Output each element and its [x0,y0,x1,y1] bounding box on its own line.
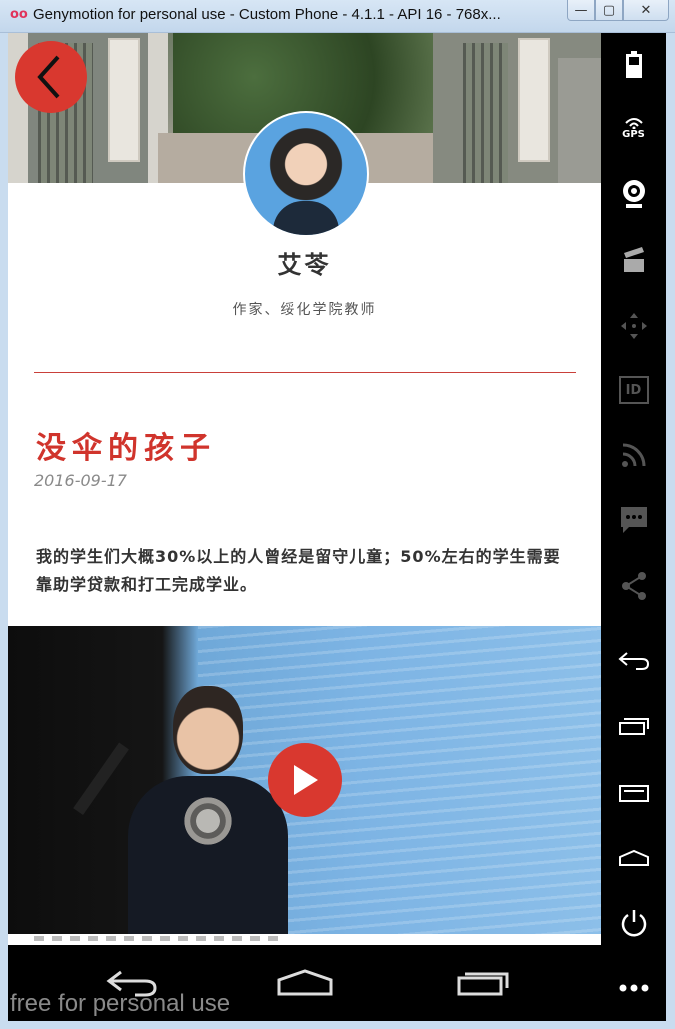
id-label: ID [625,382,642,398]
nav-recent-button[interactable] [448,963,518,1003]
battery-button[interactable] [601,40,666,90]
author-subtitle: 作家、绥化学院教师 [232,302,377,318]
device-id-button[interactable]: ID [601,365,666,415]
share-icon [620,571,648,601]
article-excerpt: 我的学生们大概30%以上的人曾经是留守儿童；50%左右的学生需要靠助学贷款和打工… [36,547,561,594]
genymotion-app-icon: oo [10,7,28,22]
gps-icon: GPS [622,117,645,140]
gps-button[interactable]: GPS [601,103,666,153]
network-button[interactable] [601,430,666,480]
play-button[interactable] [268,743,342,817]
window-title: Genymotion for personal use - Custom Pho… [33,6,501,23]
panel-home-button[interactable] [601,833,666,883]
watermark-text: free for personal use [10,990,231,1017]
nav-home-button[interactable] [270,963,340,1003]
dpad-icon [619,311,649,341]
next-item-preview [8,934,601,945]
webcam-icon [621,179,647,209]
power-icon [619,908,649,938]
sms-icon [619,505,649,535]
remote-control-button[interactable] [601,301,666,351]
panel-menu-button[interactable] [601,768,666,818]
divider [34,372,576,373]
minimize-button[interactable]: — [567,0,595,21]
menu-icon [618,783,650,803]
recent-apps-icon [455,968,511,998]
chevron-left-icon [31,53,71,101]
window-titlebar: oo Genymotion for personal use - Custom … [0,0,675,33]
home-icon [618,849,650,867]
rss-icon [621,442,647,468]
article-date: 2016-09-17 [34,471,127,490]
author-name: 艾苓 [277,251,332,279]
emulator-frame: 艾苓 作家、绥化学院教师 没伞的孩子 2016-09-17 我的学生们大概30%… [8,33,666,1021]
id-icon: ID [618,376,649,404]
screencast-button[interactable] [601,235,666,285]
back-button[interactable] [15,41,87,113]
clapper-icon [622,247,646,273]
webcam-button[interactable] [601,169,666,219]
home-icon [275,968,335,998]
speaker-image [73,686,288,934]
battery-icon [625,51,643,79]
window-controls: — ▢ ✕ [567,0,669,22]
avatar [243,111,369,237]
panel-back-button[interactable] [601,636,666,686]
article-title[interactable]: 没伞的孩子 [36,423,216,467]
more-icon [619,984,649,992]
panel-recent-button[interactable] [601,701,666,751]
play-icon [290,763,320,797]
recent-apps-icon [618,716,650,736]
sms-button[interactable] [601,495,666,545]
gate-right-image [433,33,601,183]
share-button[interactable] [601,561,666,611]
maximize-button[interactable]: ▢ [595,0,623,21]
emulator-side-panel: GPS ID [601,33,666,1021]
back-icon [617,651,650,671]
more-button[interactable] [601,963,666,1013]
phone-screen: 艾苓 作家、绥化学院教师 没伞的孩子 2016-09-17 我的学生们大概30%… [8,33,601,945]
close-button[interactable]: ✕ [623,0,669,21]
power-button[interactable] [601,898,666,948]
video-thumbnail[interactable] [8,626,601,934]
gps-label: GPS [622,128,645,140]
